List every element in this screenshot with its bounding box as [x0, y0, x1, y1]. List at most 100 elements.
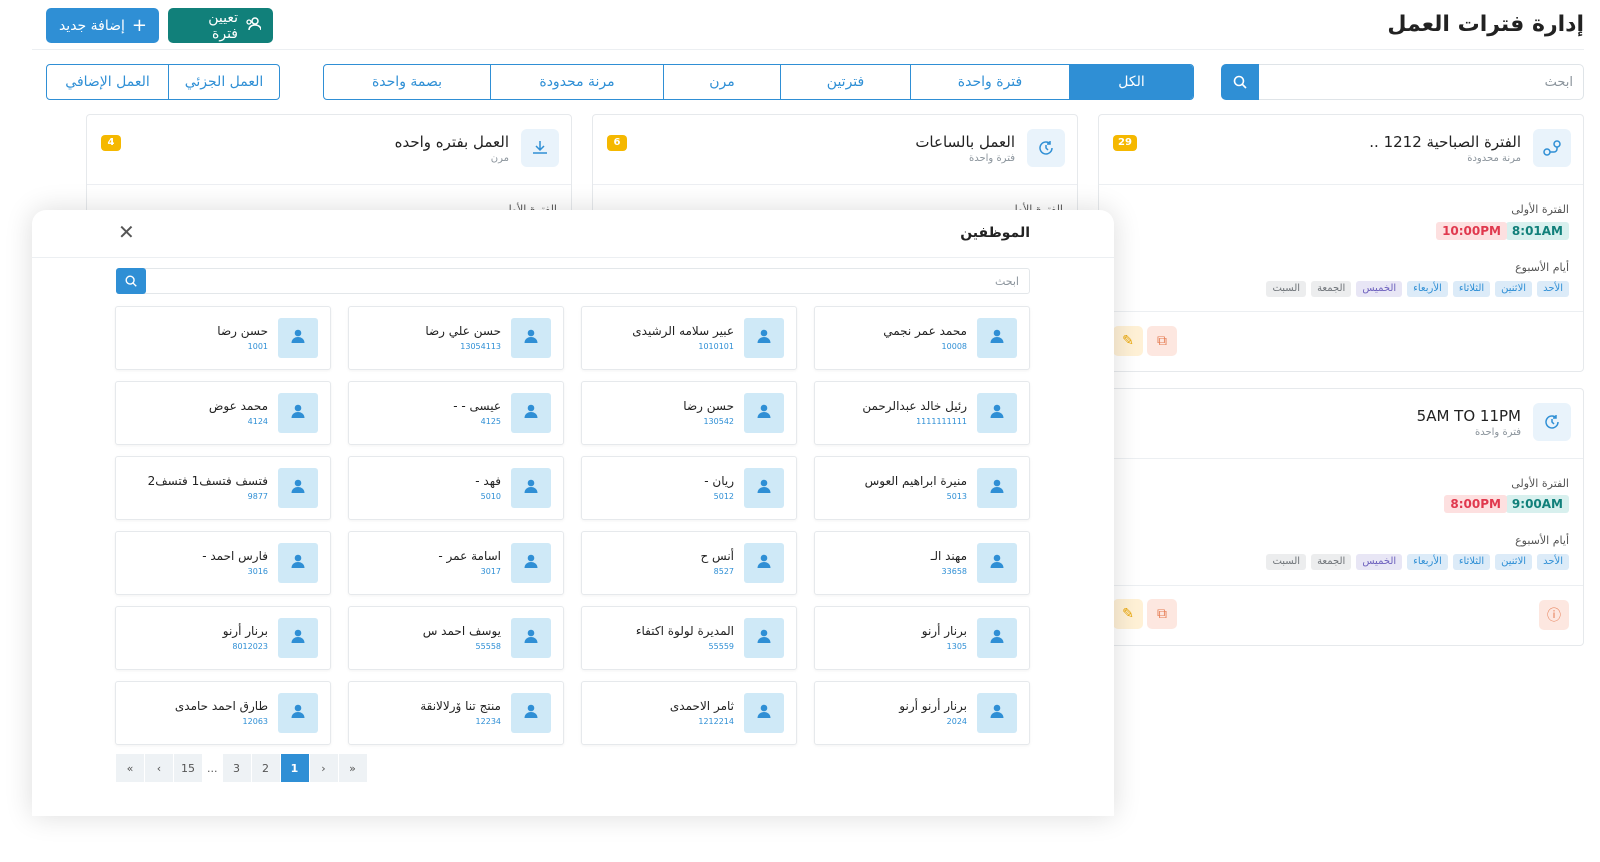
- assign-period-button[interactable]: تعيين فترة: [168, 8, 273, 43]
- tab-all[interactable]: الكل: [1069, 65, 1193, 99]
- search-placeholder: ابحث: [1544, 74, 1573, 90]
- card-title: العمل بفتره واحده: [394, 133, 509, 151]
- pagination-button[interactable]: 3: [222, 754, 251, 782]
- employee-card[interactable]: برنار أرنو 8012023: [115, 606, 331, 670]
- employee-name: المديرة لولوة اكتفاء: [635, 624, 734, 638]
- user-icon: [289, 402, 307, 424]
- employees-modal: الموظفين ✕ ابحث محمد عمر نجمي 10008 عبير س…: [32, 210, 1114, 816]
- user-icon: [988, 702, 1006, 724]
- week-days: الأحد الاثنين الثلاثاء الأربعاء الخميس ا…: [1266, 554, 1569, 570]
- tab-single-period[interactable]: فترة واحدة: [910, 65, 1069, 99]
- copy-button[interactable]: ⧉: [1147, 599, 1177, 629]
- pagination-button[interactable]: 15: [174, 754, 202, 782]
- avatar: [977, 468, 1017, 508]
- user-icon: [522, 552, 540, 574]
- employee-card[interactable]: فهد - 5010: [348, 456, 564, 520]
- employee-name: عبير سلامه الرشيدى: [632, 324, 734, 338]
- card-header: العمل بفتره واحده مرن 4: [87, 115, 571, 185]
- employee-card[interactable]: المديرة لولوة اكتفاء 55559: [581, 606, 797, 670]
- employee-card[interactable]: ثامر الاحمدى 1212214: [581, 681, 797, 745]
- pagination-button[interactable]: 2: [251, 754, 280, 782]
- employee-card[interactable]: برنار أرنو أرنو 2024: [814, 681, 1030, 745]
- card-title: العمل بالساعات: [915, 133, 1015, 151]
- card-header: 5AM TO 11PM فترة واحدة: [1099, 389, 1583, 459]
- employee-card[interactable]: برنار أرنو 1305: [814, 606, 1030, 670]
- employee-card[interactable]: اسامة عمر - 3017: [348, 531, 564, 595]
- employee-name: اسامة عمر -: [438, 549, 501, 563]
- tab-overtime[interactable]: العمل الإضافي: [47, 65, 168, 99]
- pagination-button[interactable]: «: [116, 754, 144, 782]
- pagination-button[interactable]: ‹: [145, 754, 173, 782]
- avatar: [511, 318, 551, 358]
- employee-card[interactable]: محمد عوض 4124: [115, 381, 331, 445]
- employee-card[interactable]: منتج تنا ۆرلالانقة 12234: [348, 681, 564, 745]
- employee-card[interactable]: حسن رضا 1001: [115, 306, 331, 370]
- employee-card[interactable]: منيرة ابراهيم العوس 5013: [814, 456, 1030, 520]
- employee-card[interactable]: حسن علي رضا 13054113: [348, 306, 564, 370]
- end-time: 10:00PM: [1436, 222, 1507, 240]
- tab-two-periods[interactable]: فترتين: [780, 65, 910, 99]
- avatar: [278, 618, 318, 658]
- period-type-tabs: الكل فترة واحدة فترتين مرن مرنة محدودة ب…: [323, 64, 1194, 100]
- divider: [1099, 585, 1583, 586]
- user-icon: [522, 477, 540, 499]
- pagination-button[interactable]: ›: [309, 754, 338, 782]
- pagination-button[interactable]: 1: [280, 754, 309, 782]
- employee-card[interactable]: فارس احمد - 3016: [115, 531, 331, 595]
- employee-card[interactable]: مهند الـ 33658: [814, 531, 1030, 595]
- employee-count-badge: 4: [101, 135, 121, 151]
- start-time: 9:00AM: [1505, 495, 1569, 513]
- add-new-button[interactable]: + إضافة جديد: [46, 8, 159, 43]
- employee-code: 55559: [708, 642, 734, 651]
- employee-code: 1010101: [698, 342, 734, 351]
- work-periods-page: إدارة فترات العمل + إضافة جديد تعيين فتر…: [0, 0, 1600, 862]
- employee-search-button[interactable]: [116, 268, 146, 294]
- employee-code: 4125: [480, 417, 501, 426]
- employee-card[interactable]: محمد عمر نجمي 10008: [814, 306, 1030, 370]
- employee-card[interactable]: عبير سلامه الرشيدى 1010101: [581, 306, 797, 370]
- user-icon: [289, 552, 307, 574]
- user-icon: [755, 702, 773, 724]
- employee-card[interactable]: رئيل خالد عبدالرحمن 1111111111: [814, 381, 1030, 445]
- avatar: [744, 393, 784, 433]
- day-badge: الاثنين: [1495, 554, 1533, 570]
- copy-button[interactable]: ⧉: [1147, 326, 1177, 356]
- search-field[interactable]: ابحث: [1221, 64, 1584, 100]
- employee-card[interactable]: عيسى - - 4125: [348, 381, 564, 445]
- employee-code: 8012023: [232, 642, 268, 651]
- day-badge: الجمعة: [1311, 281, 1352, 297]
- employee-name: حسن رضا: [683, 399, 734, 413]
- day-badge: الاثنين: [1495, 281, 1533, 297]
- employee-card[interactable]: أنس ح 8527: [581, 531, 797, 595]
- employee-name: حسن علي رضا: [425, 324, 501, 338]
- tab-limited-flexible[interactable]: مرنة محدودة: [490, 65, 663, 99]
- edit-button[interactable]: ✎: [1113, 326, 1143, 356]
- employee-code: 1305: [946, 642, 967, 651]
- day-badge: الجمعة: [1311, 554, 1352, 570]
- card-title: الفترة الصباحية 1212 ..: [1369, 133, 1521, 151]
- tab-flexible[interactable]: مرن: [663, 65, 780, 99]
- employee-name: برنار أرنو: [222, 624, 268, 638]
- employee-card[interactable]: يوسف احمد س 55558: [348, 606, 564, 670]
- employee-name: يوسف احمد س: [422, 624, 501, 638]
- employee-name: طارق احمد حامدى: [174, 699, 268, 713]
- employee-search-field[interactable]: ابحث: [116, 268, 1030, 294]
- tab-part-time[interactable]: العمل الجزئي: [168, 65, 279, 99]
- user-icon: [988, 627, 1006, 649]
- employee-name: رئيل خالد عبدالرحمن: [862, 399, 967, 413]
- avatar: [278, 468, 318, 508]
- info-button[interactable]: ⓘ: [1539, 600, 1569, 630]
- edit-button[interactable]: ✎: [1113, 599, 1143, 629]
- user-icon: [289, 477, 307, 499]
- close-icon[interactable]: ✕: [118, 222, 135, 242]
- tab-single-fingerprint[interactable]: بصمة واحدة: [324, 65, 490, 99]
- employee-card[interactable]: حسن رضا 130542: [581, 381, 797, 445]
- card-subtitle: فترة واحدة: [1474, 427, 1521, 438]
- employee-card[interactable]: طارق احمد حامدى 12063: [115, 681, 331, 745]
- week-days-label: أيام الأسبوع: [1515, 261, 1569, 274]
- search-button[interactable]: [1221, 64, 1259, 100]
- pagination-button[interactable]: »: [338, 754, 367, 782]
- user-icon: [289, 627, 307, 649]
- employee-card[interactable]: ريان - 5012: [581, 456, 797, 520]
- employee-card[interactable]: فتسف فتسف1 فتسف2 9877: [115, 456, 331, 520]
